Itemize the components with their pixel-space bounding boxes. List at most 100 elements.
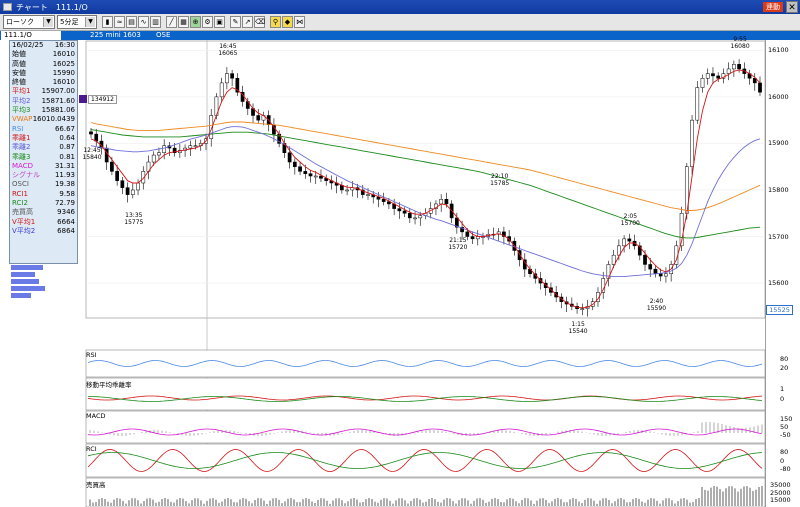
indicator-axis-label: 0 — [780, 456, 785, 465]
info-label: RSI — [12, 124, 24, 133]
candle-body — [115, 171, 119, 181]
price-annotation: 9:55 16080 — [729, 36, 751, 50]
indicator-panel-title: RCI — [86, 445, 97, 453]
info-label: 乖離1 — [12, 133, 31, 142]
candle-body — [188, 145, 193, 149]
ma1-line — [90, 69, 761, 309]
info-value: 19.38 — [54, 180, 75, 189]
volume-profile-bar — [11, 272, 35, 277]
info-panel: 16/02/25 16:30 始値 16010 高値 16025 安値 15990 終値 1601… — [9, 40, 78, 264]
info-label: 売買高 — [12, 208, 33, 217]
info-value: 9346 — [57, 208, 75, 217]
price-annotation: 12:45 15840 — [81, 147, 103, 161]
info-row: 乖離2 0.87 — [10, 143, 77, 152]
candle-body — [298, 166, 302, 172]
info-label: 安値 — [12, 68, 26, 77]
candle-body — [308, 173, 313, 177]
info-label: RCI2 — [12, 199, 28, 208]
price-tag: 134912 — [88, 95, 117, 104]
candle-body — [622, 238, 626, 247]
current-price-tag: 15525 — [766, 305, 793, 315]
info-row: シグナル 11.93 — [10, 171, 77, 180]
indicator-panel-frame — [85, 349, 766, 378]
candle-body — [381, 199, 386, 202]
candle-body — [413, 217, 417, 220]
price-annotation: 22:10 15785 — [489, 173, 511, 187]
price-axis-label: 15800 — [768, 185, 789, 194]
candle-body — [193, 145, 198, 147]
info-row: 平均3 15881.06 — [10, 106, 77, 115]
volume-profile-bar — [11, 279, 39, 284]
info-value: 6664 — [57, 217, 75, 226]
candle-body — [256, 115, 261, 121]
info-value: 11.93 — [54, 171, 75, 180]
info-value: 9.58 — [59, 189, 75, 198]
candle-body — [162, 145, 167, 153]
price-axis-label: 15900 — [768, 139, 789, 148]
price-axis-label: 15600 — [768, 279, 789, 288]
candle-body — [711, 73, 715, 77]
info-value: 15907.00 — [41, 87, 75, 96]
indicator-panel-frame — [85, 377, 766, 411]
annotation-time: 2:40 — [649, 297, 664, 305]
annotation-time: 13:35 — [125, 211, 143, 219]
info-value: 31.31 — [54, 161, 75, 170]
chart-canvas[interactable] — [0, 0, 800, 507]
candle-body — [726, 68, 731, 74]
candle-body — [157, 152, 161, 156]
indicator-panel-frame — [85, 443, 766, 478]
annotation-time: 22:10 — [491, 172, 509, 180]
info-row: 高値 16025 — [10, 60, 77, 69]
info-label: 始値 — [12, 50, 26, 59]
annotation-price: 15785 — [490, 179, 510, 187]
candle-body — [120, 180, 125, 188]
candle-body — [648, 264, 653, 270]
price-annotation: 1:15 15540 — [567, 321, 589, 335]
candle-body — [444, 199, 449, 205]
candle-body — [219, 82, 224, 98]
candle-body — [658, 273, 663, 277]
candle-body — [705, 73, 710, 79]
price-annotation: 21:15 15720 — [447, 237, 469, 251]
candle-body — [418, 215, 423, 219]
info-label: OSCI — [12, 180, 29, 189]
candle-body — [695, 87, 700, 121]
price-axis-label: 16000 — [768, 92, 789, 101]
candle-body — [580, 308, 585, 310]
candle-body — [94, 133, 99, 142]
price-annotation: 2:05 15700 — [619, 213, 641, 227]
info-label: 乖離3 — [12, 152, 31, 161]
info-value: 15881.06 — [41, 106, 75, 115]
candle-body — [407, 213, 412, 219]
candle-body — [104, 147, 109, 163]
indicator-axis-label: 150 — [780, 415, 793, 423]
info-value: 66.67 — [54, 124, 75, 133]
info-value: 16025 — [52, 59, 75, 68]
candle-body — [319, 175, 323, 179]
info-value: 15990 — [52, 68, 75, 77]
candle-body — [292, 161, 297, 167]
info-value: 0.87 — [59, 143, 75, 152]
info-row: RSI 66.67 — [10, 125, 77, 134]
candle-body — [465, 231, 470, 237]
candle-body — [125, 187, 130, 195]
info-label: VWAP — [12, 115, 33, 124]
info-label: 平均3 — [12, 106, 31, 115]
candle-body — [716, 75, 721, 79]
info-value: 16010.0439 — [32, 115, 75, 124]
candle-body — [737, 64, 741, 70]
annotation-price: 15720 — [448, 244, 468, 252]
annotation-price: 15840 — [82, 154, 102, 162]
annotation-time: 2:05 — [623, 212, 638, 220]
candle-body — [110, 161, 114, 172]
info-row: 売買高 9346 — [10, 208, 77, 217]
annotation-price: 16065 — [218, 49, 238, 57]
candle-body — [225, 73, 229, 84]
info-label: V平均1 — [12, 217, 36, 226]
candle-body — [402, 210, 407, 214]
annotation-price: 16080 — [730, 42, 750, 50]
annotation-time: 1:15 — [571, 321, 585, 329]
candle-body — [732, 64, 736, 70]
candle-body — [366, 194, 370, 196]
indicator-axis-label: 80 — [780, 448, 789, 457]
